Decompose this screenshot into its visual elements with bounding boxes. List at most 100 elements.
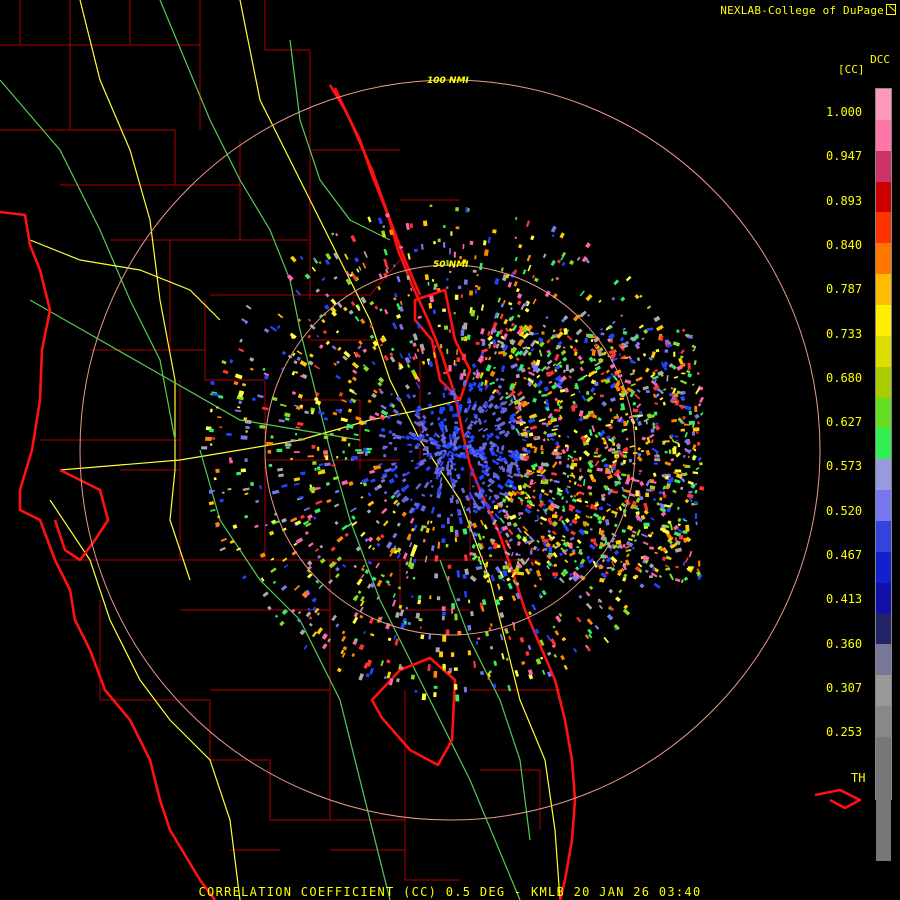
echo-cell: [582, 479, 586, 487]
echo-cell: [639, 517, 643, 522]
echo-cell: [476, 273, 479, 277]
echo-cell: [294, 370, 299, 374]
echo-cell: [629, 372, 635, 376]
echo-cell: [482, 535, 485, 539]
echo-cell: [362, 262, 367, 269]
echo-cell: [359, 614, 364, 619]
echo-cell: [564, 387, 570, 393]
echo-cell: [609, 464, 612, 469]
echo-cell: [452, 413, 455, 418]
echo-cell: [421, 693, 427, 701]
echo-cell: [413, 248, 418, 253]
echo-cell: [344, 253, 349, 260]
echo-cell: [394, 447, 397, 451]
echo-cell: [499, 395, 504, 401]
echo-cell: [450, 231, 453, 236]
echo-cell: [267, 450, 272, 454]
echo-cell: [542, 438, 547, 442]
echo-cell: [442, 418, 448, 422]
echo-cell: [363, 250, 368, 258]
credit-label: NEXLAB-College of DuPage: [720, 4, 896, 17]
echo-cell: [639, 496, 644, 500]
echo-cell: [553, 653, 558, 658]
echo-cell: [293, 451, 300, 454]
echo-cell: [517, 553, 521, 556]
echo-cell: [300, 471, 306, 476]
echo-cell: [372, 345, 377, 351]
echo-cell: [515, 459, 518, 464]
echo-cell: [257, 394, 264, 399]
echo-cell: [342, 306, 348, 312]
echo-cell: [391, 462, 396, 467]
echo-cell: [548, 380, 553, 384]
echo-cell: [568, 375, 573, 379]
echo-cell: [620, 296, 626, 302]
echo-cell: [524, 557, 530, 564]
echo-cell: [592, 512, 600, 518]
echo-cell: [337, 428, 341, 431]
echo-cell: [519, 636, 525, 643]
echo-cell: [557, 340, 563, 346]
echo-cell: [529, 425, 538, 430]
echo-cell: [396, 522, 401, 527]
echo-cell: [514, 256, 518, 262]
echo-cell: [363, 630, 366, 635]
echo-cell: [616, 380, 620, 383]
echo-cell: [446, 403, 451, 406]
echo-cell: [351, 455, 358, 460]
echo-cell: [620, 462, 624, 466]
echo-cell: [609, 345, 615, 350]
echo-cell: [493, 660, 498, 666]
echo-cell: [454, 613, 458, 621]
echo-cell: [487, 330, 491, 336]
echo-cell: [692, 431, 696, 436]
echo-cell: [445, 286, 449, 289]
echo-cell: [462, 244, 465, 250]
echo-cell: [578, 491, 585, 496]
echo-cell: [396, 552, 402, 559]
echo-cell: [573, 458, 579, 461]
echo-cell: [688, 550, 693, 558]
echo-cell: [460, 336, 465, 341]
echo-cell: [270, 567, 277, 573]
echo-cell: [360, 573, 365, 579]
echo-cell: [478, 427, 484, 432]
echo-cell: [559, 399, 564, 404]
echo-cell: [460, 466, 465, 472]
echo-cell: [642, 352, 647, 357]
echo-cell: [428, 302, 433, 309]
echo-cell: [325, 252, 332, 260]
echo-cell: [516, 314, 521, 318]
echo-cell: [641, 436, 647, 441]
echo-cell: [201, 446, 208, 450]
echo-cell: [453, 251, 456, 258]
echo-cell: [446, 471, 450, 476]
echo-cell: [451, 388, 456, 391]
echo-cell: [553, 479, 560, 484]
echo-cell: [384, 308, 389, 315]
echo-cell: [574, 566, 580, 571]
echo-cell: [570, 393, 576, 397]
echo-cell: [454, 529, 459, 536]
echo-cell: [581, 395, 587, 402]
echo-cell: [568, 522, 573, 527]
echo-cell: [546, 338, 551, 344]
echo-cell: [542, 324, 547, 328]
echo-cell: [585, 242, 591, 249]
echo-cell: [335, 573, 340, 579]
echo-cell: [323, 435, 329, 440]
echo-cell: [281, 517, 287, 523]
echo-cell: [433, 286, 437, 290]
echo-cell: [241, 575, 247, 580]
echo-cell: [558, 405, 563, 410]
echo-cell: [536, 514, 540, 520]
echo-cell: [316, 334, 320, 338]
echo-cell: [654, 402, 658, 405]
echo-cell: [669, 573, 675, 581]
echo-cell: [585, 293, 593, 302]
echo-cell: [672, 489, 677, 494]
echo-cell: [254, 524, 259, 529]
echo-cell: [380, 336, 387, 343]
echo-cell: [396, 419, 403, 426]
echo-cell: [585, 555, 591, 561]
